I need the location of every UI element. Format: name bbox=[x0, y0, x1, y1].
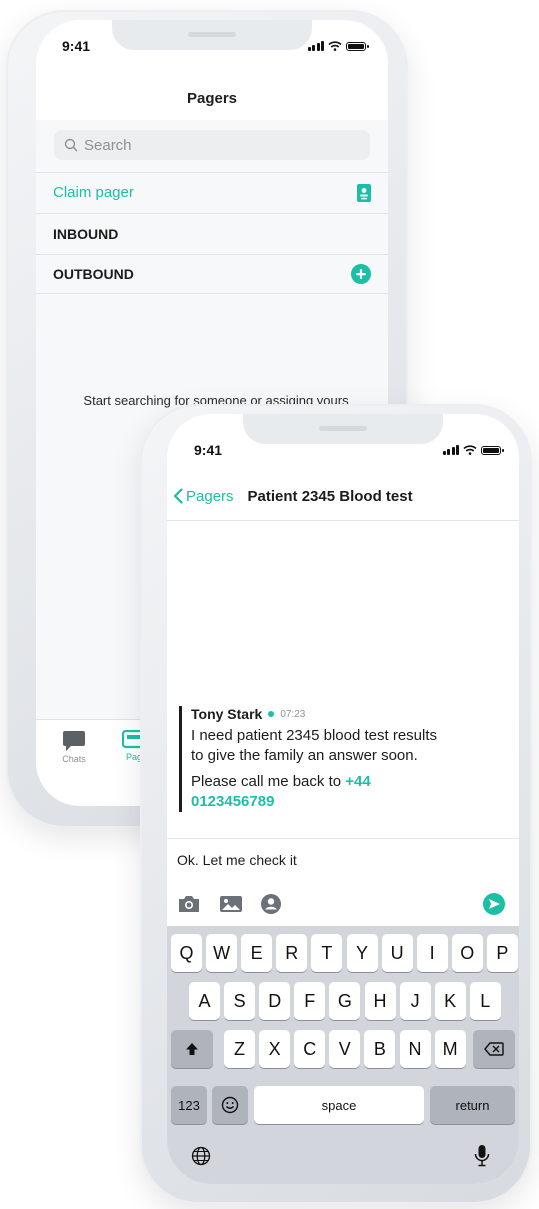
microphone-icon[interactable] bbox=[474, 1144, 490, 1168]
status-time: 9:41 bbox=[62, 38, 91, 54]
status-icons bbox=[307, 41, 369, 51]
message-line: to give the family an answer soon. bbox=[191, 747, 418, 764]
claim-pager-row[interactable]: Claim pager bbox=[36, 172, 388, 212]
key-p[interactable]: P bbox=[486, 934, 518, 972]
return-key[interactable]: return bbox=[430, 1086, 515, 1124]
callback-text: Please call me back to bbox=[191, 773, 346, 790]
key-b[interactable]: B bbox=[364, 1030, 396, 1068]
image-icon[interactable] bbox=[219, 894, 243, 914]
key-u[interactable]: U bbox=[381, 934, 413, 972]
key-t[interactable]: T bbox=[311, 934, 343, 972]
search-placeholder: Search bbox=[84, 136, 132, 154]
key-n[interactable]: N bbox=[399, 1030, 431, 1068]
tab-chats[interactable]: Chats bbox=[44, 730, 104, 764]
backspace-key[interactable] bbox=[473, 1030, 515, 1068]
status-icons bbox=[442, 445, 504, 455]
globe-icon[interactable] bbox=[191, 1146, 211, 1166]
notch bbox=[243, 414, 443, 444]
key-y[interactable]: Y bbox=[346, 934, 378, 972]
contact-icon[interactable] bbox=[261, 894, 281, 914]
tab-label: Chats bbox=[62, 754, 86, 764]
navigation-bar: Pagers Patient 2345 Blood test bbox=[167, 482, 519, 510]
numbers-key[interactable]: 123 bbox=[171, 1086, 207, 1124]
key-i[interactable]: I bbox=[416, 934, 448, 972]
conversation-screen: 9:41 Pagers Patient 2345 Blood test Tony… bbox=[167, 414, 519, 1184]
attachment-bar bbox=[177, 892, 505, 916]
inbound-label: INBOUND bbox=[53, 225, 119, 242]
outbound-row[interactable]: OUTBOUND bbox=[36, 254, 388, 294]
back-button[interactable]: Pagers bbox=[173, 488, 234, 505]
key-o[interactable]: O bbox=[451, 934, 483, 972]
key-s[interactable]: S bbox=[224, 982, 256, 1020]
inbound-row[interactable]: INBOUND bbox=[36, 213, 388, 253]
chat-bubble-icon bbox=[63, 731, 85, 751]
message-callback: Please call me back to +44 0123456789 bbox=[191, 772, 499, 812]
space-key[interactable]: space bbox=[254, 1086, 424, 1124]
key-q[interactable]: Q bbox=[171, 934, 202, 972]
shift-key[interactable] bbox=[171, 1030, 213, 1068]
key-r[interactable]: R bbox=[276, 934, 308, 972]
send-icon[interactable] bbox=[483, 893, 505, 915]
reply-input[interactable]: Ok. Let me check it bbox=[177, 852, 297, 868]
phone-number-link[interactable]: 0123456789 bbox=[191, 793, 274, 810]
battery-icon bbox=[481, 445, 504, 455]
signal-icon bbox=[307, 41, 324, 51]
id-badge-icon[interactable] bbox=[357, 183, 371, 202]
notch bbox=[112, 20, 312, 50]
key-f[interactable]: F bbox=[294, 982, 326, 1020]
message-time: 07:23 bbox=[280, 708, 306, 720]
key-j[interactable]: J bbox=[399, 982, 431, 1020]
search-icon bbox=[64, 138, 78, 152]
composer-divider bbox=[167, 838, 519, 839]
key-a[interactable]: A bbox=[189, 982, 220, 1020]
key-e[interactable]: E bbox=[241, 934, 273, 972]
message-header: Tony Stark 07:23 bbox=[191, 706, 499, 722]
key-c[interactable]: C bbox=[294, 1030, 326, 1068]
battery-icon bbox=[346, 41, 369, 51]
wifi-icon bbox=[463, 445, 477, 455]
claim-pager-label: Claim pager bbox=[53, 184, 134, 201]
key-h[interactable]: H bbox=[364, 982, 396, 1020]
chevron-left-icon bbox=[173, 488, 183, 504]
status-time: 9:41 bbox=[194, 442, 223, 458]
key-d[interactable]: D bbox=[259, 982, 291, 1020]
backspace-icon bbox=[484, 1042, 504, 1056]
key-k[interactable]: K bbox=[434, 982, 466, 1020]
key-w[interactable]: W bbox=[206, 934, 238, 972]
phone-frame-conversation: 9:41 Pagers Patient 2345 Blood test Tony… bbox=[140, 404, 532, 1204]
page-title: Pagers bbox=[186, 90, 238, 107]
message-body: I need patient 2345 blood test results t… bbox=[191, 726, 499, 766]
keyboard: QWERTYUIOP ASDFGHJKL ZXCVBNM 123 space r… bbox=[167, 926, 519, 1184]
key-m[interactable]: M bbox=[434, 1030, 466, 1068]
back-label: Pagers bbox=[186, 487, 234, 505]
key-g[interactable]: G bbox=[329, 982, 361, 1020]
wifi-icon bbox=[328, 41, 342, 51]
online-dot-icon bbox=[268, 711, 275, 717]
signal-icon bbox=[442, 445, 459, 455]
pager-message: Tony Stark 07:23 I need patient 2345 blo… bbox=[179, 706, 499, 812]
conversation-title: Patient 2345 Blood test bbox=[247, 487, 413, 505]
outbound-label: OUTBOUND bbox=[53, 266, 134, 282]
key-z[interactable]: Z bbox=[224, 1030, 255, 1068]
phone-number-link[interactable]: +44 bbox=[345, 773, 370, 790]
message-line: I need patient 2345 blood test results bbox=[191, 727, 438, 744]
emoji-icon bbox=[221, 1096, 239, 1114]
key-x[interactable]: X bbox=[259, 1030, 291, 1068]
key-v[interactable]: V bbox=[329, 1030, 361, 1068]
search-input[interactable]: Search bbox=[54, 130, 370, 160]
emoji-key[interactable] bbox=[212, 1086, 248, 1124]
nav-divider bbox=[167, 520, 519, 521]
camera-icon[interactable] bbox=[177, 894, 201, 914]
message-author: Tony Stark bbox=[191, 706, 263, 722]
shift-icon bbox=[186, 1043, 198, 1055]
plus-circle-icon[interactable] bbox=[351, 264, 371, 284]
key-l[interactable]: L bbox=[469, 982, 501, 1020]
